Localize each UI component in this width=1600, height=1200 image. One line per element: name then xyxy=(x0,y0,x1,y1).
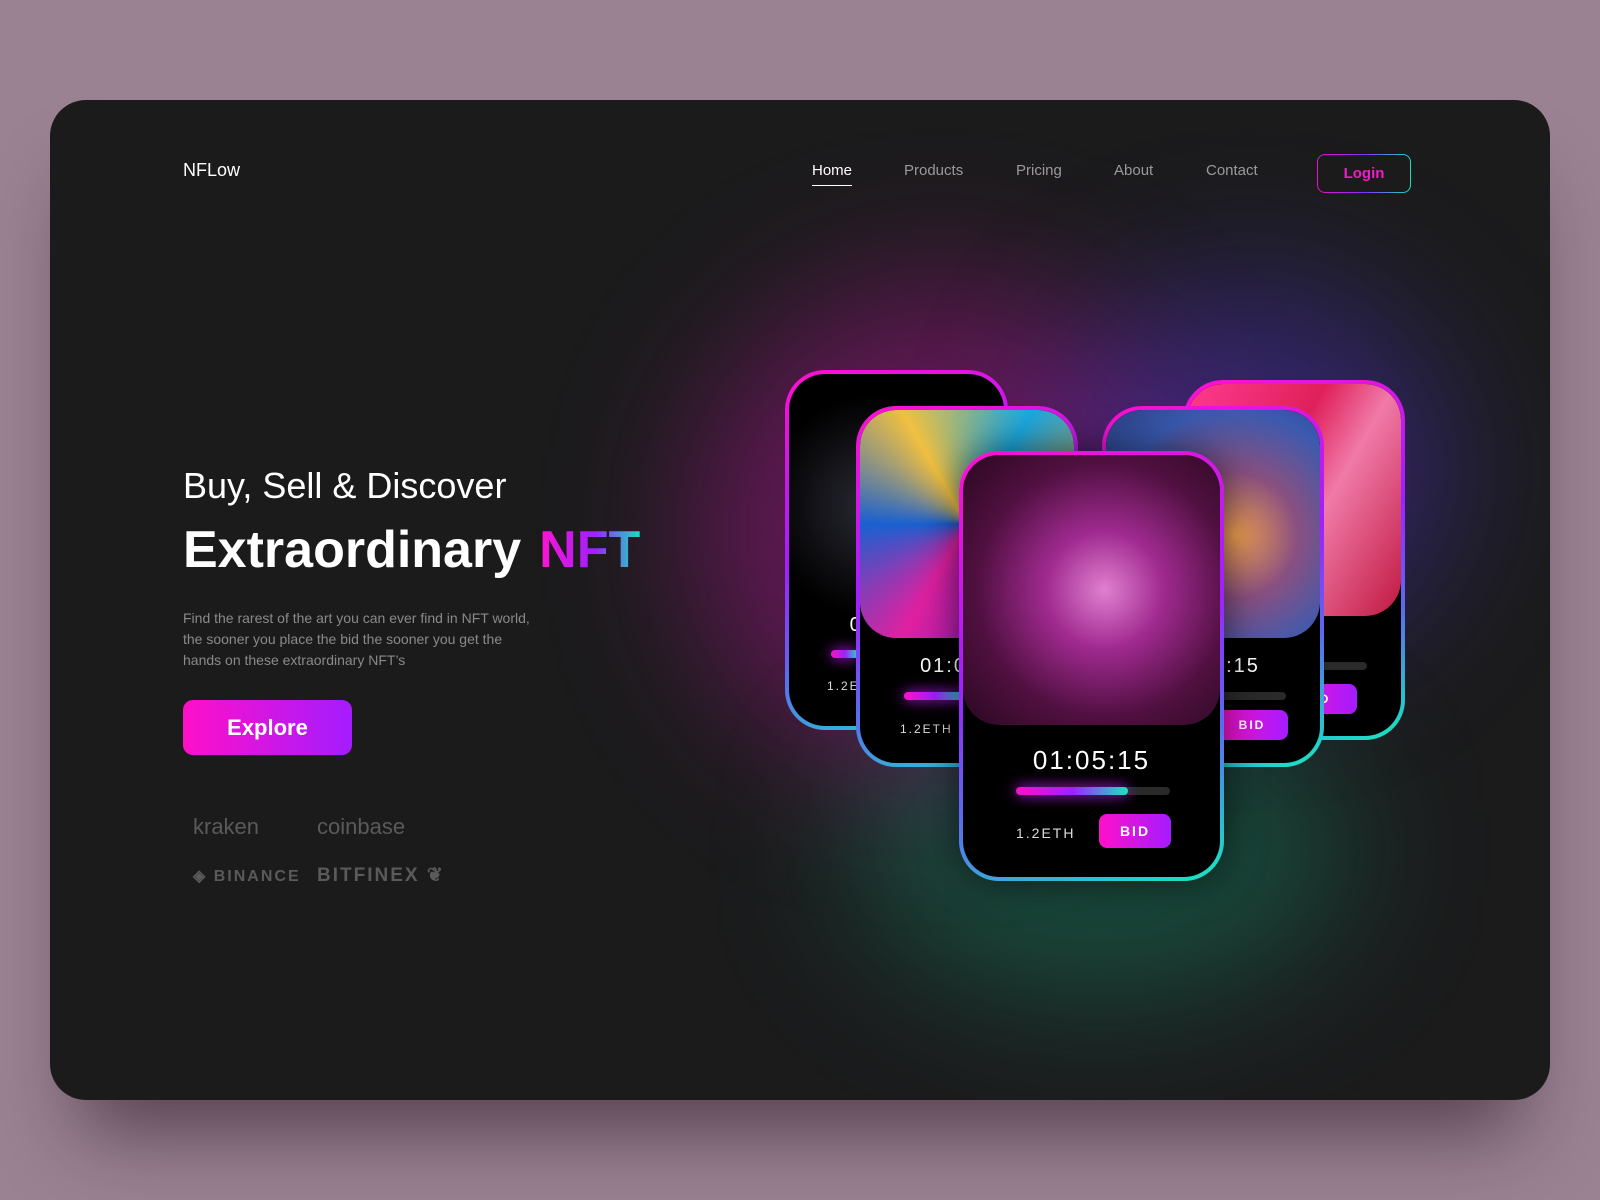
hero-title: Extraordinary NFT xyxy=(183,520,640,580)
nav-about[interactable]: About xyxy=(1114,162,1153,179)
nav-contact[interactable]: Contact xyxy=(1206,162,1258,179)
nft-card-featured[interactable]: 01:05:15 1.2ETH BID xyxy=(959,451,1224,881)
hero-title-text: Extraordinary xyxy=(183,521,522,579)
nft-image xyxy=(963,455,1220,725)
binance-logo: ◈ BINANCE xyxy=(193,868,301,885)
card-price: 1.2ETH xyxy=(900,722,953,736)
nav-home[interactable]: Home xyxy=(812,162,853,186)
logo[interactable]: NFLow xyxy=(183,160,240,181)
landing-panel: NFLow Home Products Pricing About Contac… xyxy=(50,100,1550,1100)
hero-description: Find the rarest of the art you can ever … xyxy=(183,610,530,668)
card-price: 1.2ETH xyxy=(1016,825,1076,841)
nav-products[interactable]: Products xyxy=(904,162,963,179)
kraken-logo: kraken xyxy=(193,814,260,839)
card-timer: 01:05:15 xyxy=(1032,745,1151,775)
bitfinex-logo: BITFINEX ❦ xyxy=(317,865,445,886)
login-button[interactable]: Login xyxy=(1317,154,1411,193)
explore-button[interactable]: Explore xyxy=(183,700,352,755)
bid-button[interactable]: BID xyxy=(1216,710,1288,740)
nav-pricing[interactable]: Pricing xyxy=(1016,162,1062,179)
bid-button[interactable]: BID xyxy=(1099,814,1171,848)
card-progress xyxy=(1016,787,1170,795)
coinbase-logo: coinbase xyxy=(317,814,406,839)
hero-highlight: NFT xyxy=(539,521,641,579)
hero-subtitle: Buy, Sell & Discover xyxy=(183,465,507,506)
